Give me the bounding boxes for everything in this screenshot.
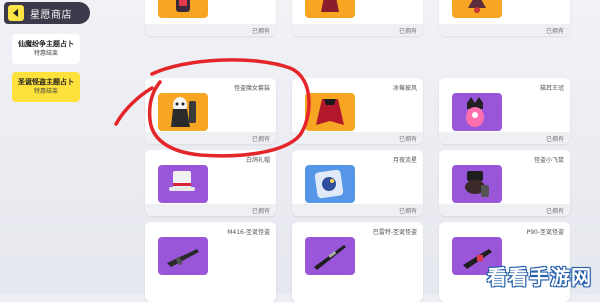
item-thumbnail	[452, 93, 502, 131]
item-name: 怪盗魔女套装	[233, 85, 270, 92]
back-arrow-icon	[13, 9, 18, 17]
top-hat-icon	[169, 171, 195, 191]
item-name: M416-圣诞怪盗	[227, 229, 270, 236]
item-card[interactable]: 已拥有	[292, 0, 423, 36]
menu-item-xianmo[interactable]: 仙魔纷争主题占卜 特惠结束	[12, 34, 80, 64]
owned-status: 已拥有	[545, 207, 564, 215]
meteor-emote-icon	[314, 169, 344, 199]
owned-status: 已拥有	[251, 27, 270, 35]
item-name: 怪盗小飞鼠	[533, 157, 564, 164]
item-footer: 已拥有	[145, 132, 276, 144]
owned-status: 已拥有	[398, 207, 417, 215]
item-card[interactable]: 冰莓披风 已拥有	[292, 78, 423, 144]
item-thumbnail	[452, 165, 502, 203]
item-footer: 已拥有	[439, 204, 570, 216]
item-footer: 已拥有	[145, 24, 276, 36]
item-card[interactable]: 月夜流星 已拥有	[292, 150, 423, 216]
item-card[interactable]: 白鸽礼帽 已拥有	[145, 150, 276, 216]
item-thumbnail	[158, 165, 208, 203]
owned-status: 已拥有	[398, 135, 417, 143]
item-card[interactable]: 已拥有	[145, 0, 276, 36]
witch-costume-icon	[171, 97, 196, 127]
rifle-icon	[167, 249, 199, 267]
item-thumbnail	[158, 237, 208, 275]
shop-header: 星愿商店	[4, 2, 90, 24]
item-footer: 已拥有	[145, 204, 276, 216]
sniper-icon	[314, 245, 346, 270]
owned-status: 已拥有	[545, 27, 564, 35]
item-footer: 已拥有	[292, 204, 423, 216]
costume-icon	[468, 0, 486, 13]
item-footer: 已拥有	[439, 24, 570, 36]
owned-status: 已拥有	[251, 207, 270, 215]
item-card[interactable]: 猫耳王冠 已拥有	[439, 78, 570, 144]
item-card[interactable]: 巴雷特-圣诞怪盗	[292, 222, 423, 302]
menu-item-subtitle: 特惠结束	[33, 50, 58, 57]
costume-icon	[176, 0, 190, 12]
watermark: 看看手游网	[487, 265, 592, 289]
item-card[interactable]: 已拥有	[439, 0, 570, 36]
item-thumbnail	[158, 93, 208, 131]
cape-icon	[316, 99, 344, 125]
item-thumbnail	[305, 165, 355, 203]
item-footer: 已拥有	[292, 132, 423, 144]
cat-ear-crown-icon	[466, 97, 484, 127]
item-thumbnail	[452, 0, 502, 18]
item-card[interactable]: 怪盗魔女套装 已拥有	[145, 78, 276, 144]
costume-icon	[321, 0, 339, 12]
item-footer: 已拥有	[439, 132, 570, 144]
item-thumbnail	[305, 237, 355, 275]
item-name: 白鸽礼帽	[245, 157, 270, 164]
owned-status: 已拥有	[251, 135, 270, 143]
owned-status: 已拥有	[398, 27, 417, 35]
item-name: 月夜流星	[392, 157, 417, 164]
menu-item-title: 仙魔纷争主题占卜	[18, 40, 74, 48]
page-title: 星愿商店	[30, 9, 72, 21]
menu-item-subtitle: 特惠结束	[33, 88, 58, 95]
item-name: 冰莓披风	[392, 85, 417, 92]
flying-squirrel-icon	[465, 171, 489, 197]
item-name: 猫耳王冠	[539, 85, 564, 92]
item-name: 巴雷特-圣诞怪盗	[372, 229, 417, 236]
back-button[interactable]	[8, 5, 24, 21]
item-name: P90-圣诞怪盗	[526, 229, 564, 236]
item-card[interactable]: M416-圣诞怪盗	[145, 222, 276, 302]
item-thumbnail	[305, 0, 355, 18]
menu-item-title: 圣诞怪盗主题占卜	[18, 78, 74, 86]
menu-item-shengdan[interactable]: 圣诞怪盗主题占卜 特惠结束	[12, 72, 80, 102]
item-thumbnail	[158, 0, 208, 18]
owned-status: 已拥有	[545, 135, 564, 143]
item-footer: 已拥有	[292, 24, 423, 36]
item-thumbnail	[305, 93, 355, 131]
item-card[interactable]: 怪盗小飞鼠 已拥有	[439, 150, 570, 216]
